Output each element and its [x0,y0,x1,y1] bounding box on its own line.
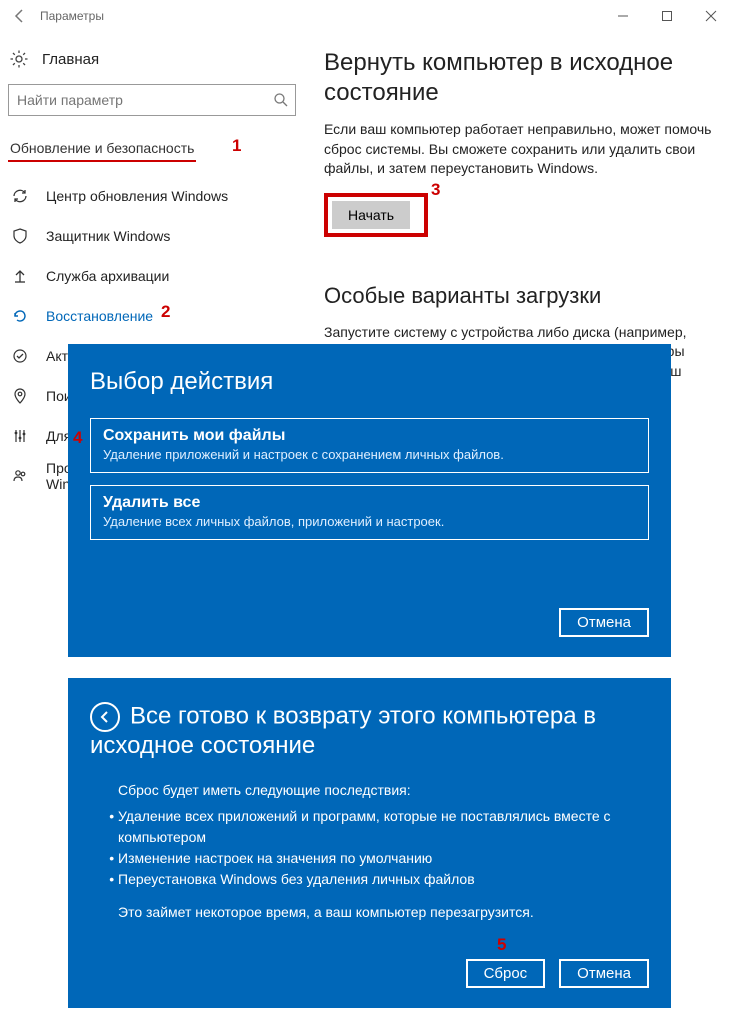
reset-footer-note: Это займет некоторое время, а ваш компью… [118,904,649,920]
reset-pc-description: Если ваш компьютер работает неправильно,… [324,120,721,179]
sidebar-item-label: Служба архивации [46,268,169,284]
back-circle-icon[interactable] [90,702,120,732]
option-keep-files[interactable]: Сохранить мои файлы Удаление приложений … [90,418,649,473]
developer-icon [12,428,34,444]
check-icon [12,348,34,364]
gear-icon [10,50,32,68]
option-remove-everything[interactable]: Удалить все Удаление всех личных файлов,… [90,485,649,540]
reset-pc-heading: Вернуть компьютер в исходное состояние [324,48,721,108]
advanced-startup-heading: Особые варианты загрузки [324,283,721,309]
window-title: Параметры [40,9,601,23]
search-nav-icon [12,388,34,404]
option-description: Удаление приложений и настроек с сохране… [103,447,636,462]
search-input[interactable] [17,92,273,108]
reset-start-button[interactable]: Начать [332,201,410,229]
reset-intro: Сброс будет иметь следующие последствия: [118,782,649,798]
sidebar-item-windows-update[interactable]: Центр обновления Windows [8,176,296,216]
sidebar-item-backup[interactable]: Служба архивации [8,256,296,296]
sidebar-item-defender[interactable]: Защитник Windows [8,216,296,256]
search-icon [273,92,289,108]
sidebar-item-label: Восстановление [46,308,153,324]
maximize-button[interactable] [645,2,689,30]
restore-icon [12,308,34,324]
home-label: Главная [42,51,99,68]
reset-consequences-list: Удаление всех приложений и программ, кот… [90,806,649,890]
option-title: Удалить все [103,494,636,512]
close-button[interactable] [689,2,733,30]
dialog-title-text: Все готово к возврату этого компьютера в… [90,702,596,759]
option-description: Удаление всех личных файлов, приложений … [103,514,636,529]
dialog-ready-to-reset: Все готово к возврату этого компьютера в… [68,678,671,1008]
minimize-button[interactable] [601,2,645,30]
dialog-title: Все готово к возврату этого компьютера в… [90,702,649,760]
reset-confirm-button[interactable]: Сброс [466,959,546,988]
sidebar-item-recovery[interactable]: Восстановление [8,296,296,336]
category-header: Обновление и безопасность [8,136,196,162]
dialog-choose-action: Выбор действия Сохранить мои файлы Удале… [68,344,671,657]
shield-icon [12,228,34,244]
option-title: Сохранить мои файлы [103,427,636,445]
back-button[interactable] [6,2,34,30]
window-titlebar: Параметры [0,0,739,32]
program-icon [12,468,34,484]
sidebar-item-label: Центр обновления Windows [46,188,228,204]
sync-icon [12,188,34,204]
reset-button-highlight: Начать [324,193,428,237]
list-item: Изменение настроек на значения по умолча… [118,848,649,869]
cancel-button[interactable]: Отмена [559,959,649,988]
archive-icon [12,268,34,284]
dialog-title: Выбор действия [90,368,649,396]
list-item: Переустановка Windows без удаления личны… [118,869,649,890]
sidebar-item-label: Защитник Windows [46,228,170,244]
home-link[interactable]: Главная [8,46,296,84]
cancel-button[interactable]: Отмена [559,608,649,637]
list-item: Удаление всех приложений и программ, кот… [118,806,649,848]
search-box[interactable] [8,84,296,116]
